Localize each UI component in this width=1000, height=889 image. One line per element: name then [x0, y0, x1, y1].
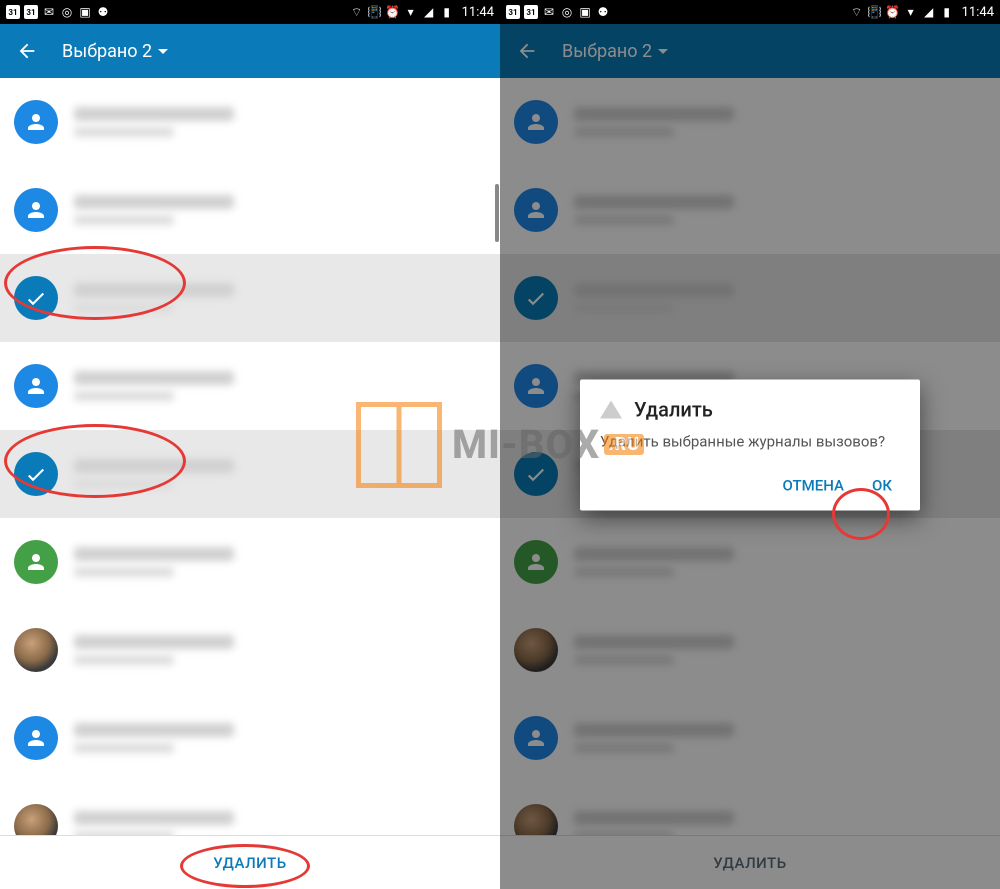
avatar-photo	[14, 628, 58, 672]
bluetooth-icon: ⌔	[850, 5, 864, 19]
check-icon	[14, 452, 58, 496]
alarm-icon: ⏰	[886, 5, 900, 19]
vibrate-icon: 📳	[868, 5, 882, 19]
mail-icon: ✉	[542, 5, 556, 19]
cancel-button[interactable]: ОТМЕНА	[783, 476, 844, 494]
dialog-body: Удалить выбранные журналы вызовов?	[600, 431, 900, 452]
chevron-down-icon	[158, 49, 168, 54]
contact-text	[74, 811, 486, 835]
incognito-icon: ⚉	[596, 5, 610, 19]
image-icon: ▣	[578, 5, 592, 19]
list-item[interactable]	[0, 782, 500, 835]
list-item[interactable]	[0, 694, 500, 782]
list-item[interactable]	[0, 518, 500, 606]
alarm-icon: ⏰	[386, 5, 400, 19]
status-bar: 31 31 ✉ ◎ ▣ ⚉ ⌔ 📳 ⏰ ▾ ◢ ▮ 11:44	[500, 0, 1000, 24]
wifi-icon: ▾	[904, 5, 918, 19]
avatar	[14, 540, 58, 584]
contact-text	[74, 107, 486, 137]
calendar-icon: 31	[6, 5, 20, 19]
list-item[interactable]	[0, 166, 500, 254]
contact-text	[74, 459, 486, 489]
avatar	[14, 364, 58, 408]
signal-icon: ◢	[922, 5, 936, 19]
calendar-icon: 31	[24, 5, 38, 19]
ok-button[interactable]: ОК	[872, 476, 892, 494]
list-item[interactable]	[0, 342, 500, 430]
avatar	[14, 188, 58, 232]
contact-text	[74, 371, 486, 401]
confirm-dialog: Удалить Удалить выбранные журналы вызово…	[580, 379, 920, 510]
bottom-bar: УДАЛИТЬ	[0, 835, 500, 889]
wifi-icon: ▾	[404, 5, 418, 19]
warning-icon	[600, 400, 622, 418]
clock: 11:44	[462, 5, 494, 20]
contact-text	[74, 723, 486, 753]
list-item[interactable]	[0, 606, 500, 694]
app-bar: Выбрано 2	[0, 24, 500, 78]
status-bar: 31 31 ✉ ◎ ▣ ⚉ ⌔ 📳 ⏰ ▾ ◢ ▮ 11:44	[0, 0, 500, 24]
avatar	[14, 100, 58, 144]
call-log-list[interactable]	[0, 78, 500, 835]
list-item-selected[interactable]	[0, 430, 500, 518]
phone-right: 31 31 ✉ ◎ ▣ ⚉ ⌔ 📳 ⏰ ▾ ◢ ▮ 11:44 Выбрано …	[500, 0, 1000, 889]
list-item[interactable]	[0, 78, 500, 166]
back-button[interactable]	[16, 40, 38, 62]
delete-button[interactable]: УДАЛИТЬ	[213, 854, 286, 872]
list-item-selected[interactable]	[0, 254, 500, 342]
avatar	[14, 716, 58, 760]
scrollbar[interactable]	[495, 184, 499, 242]
check-icon	[14, 276, 58, 320]
battery-icon: ▮	[940, 5, 954, 19]
avatar-photo	[14, 804, 58, 835]
bluetooth-icon: ⌔	[350, 5, 364, 19]
mail-icon: ✉	[42, 5, 56, 19]
battery-icon: ▮	[440, 5, 454, 19]
dialog-title: Удалить	[634, 397, 713, 421]
calendar-icon: 31	[506, 5, 520, 19]
contact-text	[74, 547, 486, 577]
contact-text	[74, 195, 486, 225]
app-icon: ◎	[560, 5, 574, 19]
incognito-icon: ⚉	[96, 5, 110, 19]
selection-count-dropdown[interactable]: Выбрано 2	[62, 41, 168, 62]
contact-text	[74, 283, 486, 313]
clock: 11:44	[962, 5, 994, 20]
app-icon: ◎	[60, 5, 74, 19]
phone-left: 31 31 ✉ ◎ ▣ ⚉ ⌔ 📳 ⏰ ▾ ◢ ▮ 11:44 Выбрано …	[0, 0, 500, 889]
image-icon: ▣	[78, 5, 92, 19]
contact-text	[74, 635, 486, 665]
vibrate-icon: 📳	[368, 5, 382, 19]
calendar-icon: 31	[524, 5, 538, 19]
signal-icon: ◢	[422, 5, 436, 19]
app-title-label: Выбрано 2	[62, 41, 152, 62]
